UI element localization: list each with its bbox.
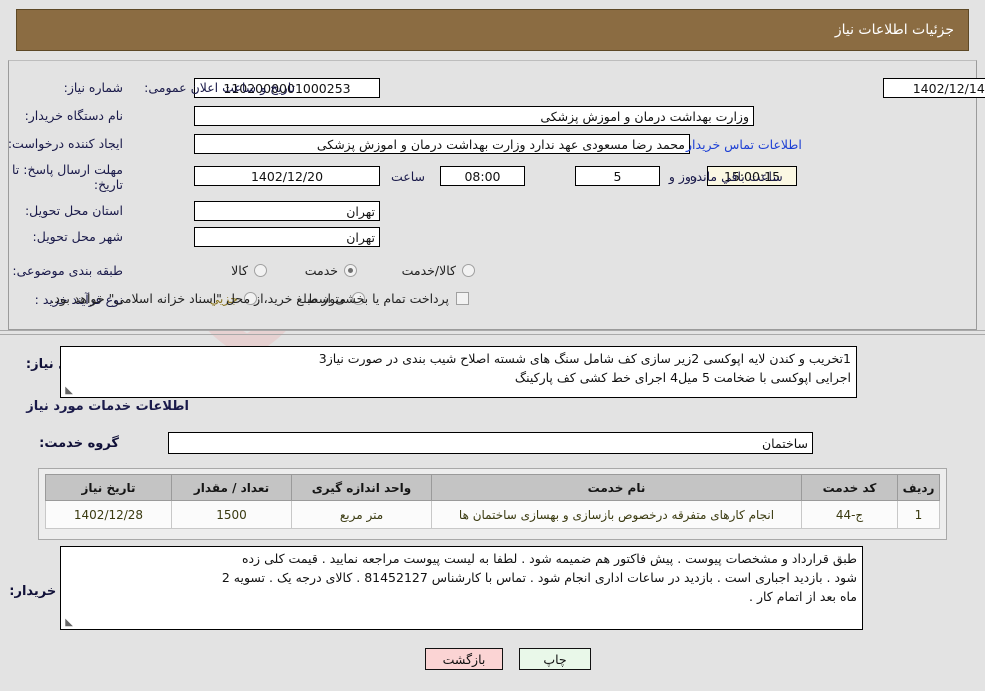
page-header: جزئیات اطلاعات نیاز: [16, 9, 969, 51]
treasury-checkbox-icon[interactable]: [456, 292, 469, 305]
treasury-checkbox-label: پرداخت تمام یا بخشی از مبلغ خرید،از محل …: [50, 291, 449, 306]
radio-kala-khedmat-icon[interactable]: [462, 264, 475, 277]
print-button-label: چاپ: [543, 651, 567, 667]
requester-label-wrap: ایجاد کننده درخواست:: [8, 136, 123, 151]
need-info-panel: [8, 60, 977, 330]
category-option-khedmat[interactable]: خدمت: [305, 263, 357, 278]
requester-label: ایجاد کننده درخواست:: [7, 136, 123, 151]
requester-field[interactable]: محمد رضا مسعودی عهد ندارد وزارت بهداشت د…: [194, 134, 690, 154]
announce-date-label: تاریخ و ساعت اعلان عمومی:: [144, 80, 295, 95]
deadline-label-wrap: مهلت ارسال پاسخ: تا تاریخ:: [8, 162, 123, 192]
category-option-kala[interactable]: کالا: [231, 263, 267, 278]
announce-date-value: 15:26 - 1402/12/14: [912, 80, 985, 96]
deadline-hour-label: ساعت: [390, 169, 425, 184]
buyer-notes-textarea[interactable]: طبق قرارداد و مشخصات پیوست . پیش فاکتور …: [60, 546, 863, 630]
city-label-wrap: شهر محل تحویل:: [33, 229, 123, 244]
province-label: استان محل تحویل:: [24, 203, 123, 218]
need-number-label-wrap: شماره نیاز:: [64, 80, 123, 95]
category-option-kala-khedmat-label: کالا/خدمت: [401, 263, 456, 278]
category-option-kala-khedmat[interactable]: کالا/خدمت: [402, 263, 475, 278]
col-code: کد خدمت: [801, 474, 898, 501]
cell-date: 1402/12/28: [45, 500, 172, 529]
back-button-label: بازگشت: [442, 651, 486, 667]
buyer-org-label-wrap: نام دستگاه خریدار:: [25, 108, 123, 123]
province-value: تهران: [346, 203, 375, 219]
buyer-notes-line-1: طبق قرارداد و مشخصات پیوست . پیش فاکتور …: [241, 551, 857, 566]
need-number-label: شماره نیاز:: [63, 80, 123, 95]
buyer-org-field[interactable]: وزارت بهداشت درمان و اموزش پزشکی: [194, 106, 754, 126]
category-label-wrap: طبقه بندی موضوعی:: [12, 263, 123, 278]
buyer-org-label: نام دستگاه خریدار:: [24, 108, 123, 123]
province-label-wrap: استان محل تحویل:: [25, 203, 123, 218]
deadline-date-value: 1402/12/20: [250, 168, 324, 184]
buyer-org-value: وزارت بهداشت درمان و اموزش پزشکی: [540, 108, 749, 124]
summary-line-1: 1تخریب و کندن لایه اپوکسی 2زیر سازی کف ش…: [318, 351, 851, 366]
deadline-hour-value: 08:00: [464, 168, 501, 184]
divider-1: [0, 330, 985, 331]
col-unit: واحد اندازه گیری: [291, 474, 432, 501]
buyer-notes-line-2: شود . بازدید اجباری است . بازدید در ساعا…: [221, 570, 857, 585]
deadline-label-line1: مهلت ارسال پاسخ: تا: [12, 162, 123, 177]
cell-radif: 1: [897, 500, 940, 529]
col-radif: ردیف: [897, 474, 940, 501]
col-date: تاریخ نیاز: [45, 474, 172, 501]
service-group-value: ساختمان: [762, 435, 808, 451]
deadline-hour-field[interactable]: 08:00: [440, 166, 525, 186]
remaining-days-value: 5: [613, 168, 622, 184]
deadline-label-line2: تاریخ:: [93, 177, 123, 192]
radio-khedmat-icon[interactable]: [344, 264, 357, 277]
col-quantity: تعداد / مقدار: [171, 474, 292, 501]
cell-quantity: 1500: [171, 500, 292, 529]
category-option-kala-label: کالا: [231, 263, 248, 278]
resize-grip-icon[interactable]: ◣: [63, 386, 73, 396]
summary-line-2: اجرایی اپوکسی با ضخامت 5 میل4 اجرای خط ک…: [514, 370, 851, 385]
table-row[interactable]: 1 ج-44 انجام کارهای متفرقه درخصوص بازساز…: [45, 500, 940, 529]
back-button[interactable]: بازگشت: [425, 648, 503, 670]
buyer-notes-line-3: ماه بعد از اتمام کار .: [749, 589, 857, 604]
cell-name: انجام کارهای متفرقه درخصوص بازسازی و بهس…: [431, 500, 802, 529]
page-title: جزئیات اطلاعات نیاز: [834, 22, 954, 38]
remaining-days-field[interactable]: 5: [575, 166, 660, 186]
services-section-title: اطلاعات خدمات مورد نیاز: [26, 399, 189, 414]
summary-textarea[interactable]: 1تخریب و کندن لایه اپوکسی 2زیر سازی کف ش…: [60, 346, 857, 398]
city-value: تهران: [346, 229, 375, 245]
city-label: شهر محل تحویل:: [32, 229, 123, 244]
treasury-checkbox-row[interactable]: پرداخت تمام یا بخشی از مبلغ خرید،از محل …: [50, 291, 469, 306]
deadline-date-field[interactable]: 1402/12/20: [194, 166, 380, 186]
announce-label-wrap: تاریخ و ساعت اعلان عمومی:: [144, 80, 295, 95]
print-button[interactable]: چاپ: [519, 648, 591, 670]
cell-unit: متر مربع: [291, 500, 432, 529]
service-group-field[interactable]: ساختمان: [168, 432, 813, 454]
cell-code: ج-44: [801, 500, 898, 529]
buyer-contact-link[interactable]: اطلاعات تماس خریدار: [686, 137, 802, 152]
radio-kala-icon[interactable]: [254, 264, 267, 277]
table-header-row: ردیف کد خدمت نام خدمت واحد اندازه گیری ت…: [45, 474, 940, 501]
category-option-khedmat-label: خدمت: [304, 263, 338, 278]
col-name: نام خدمت: [431, 474, 802, 501]
province-field[interactable]: تهران: [194, 201, 380, 221]
services-table: ردیف کد خدمت نام خدمت واحد اندازه گیری ت…: [45, 474, 940, 529]
divider-2: [0, 334, 985, 335]
announce-date-field[interactable]: 15:26 - 1402/12/14: [883, 78, 985, 98]
service-group-label: گروه خدمت:: [39, 436, 119, 451]
category-label: طبقه بندی موضوعی:: [12, 263, 123, 278]
city-field[interactable]: تهران: [194, 227, 380, 247]
page-root: ArtaTender .net جزئیات اطلاعات نیاز شمار…: [0, 0, 985, 691]
resize-grip-icon-notes[interactable]: ◣: [63, 618, 73, 628]
requester-value: محمد رضا مسعودی عهد ندارد وزارت بهداشت د…: [316, 136, 685, 152]
countdown-label: ساعت باقي مانده: [690, 169, 783, 184]
